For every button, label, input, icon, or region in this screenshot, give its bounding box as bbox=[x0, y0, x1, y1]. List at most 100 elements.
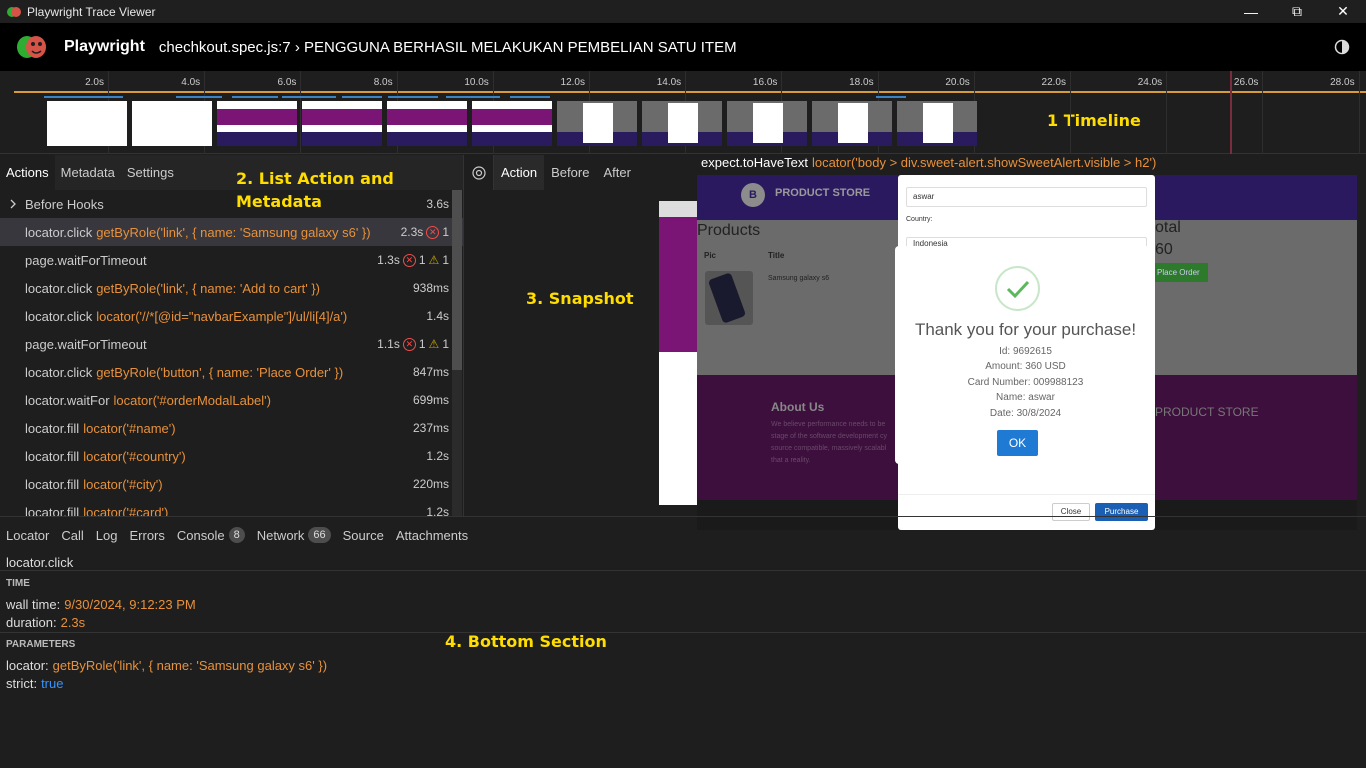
timeline-thumbnail[interactable] bbox=[727, 101, 807, 146]
timeline-action-bar bbox=[876, 96, 906, 98]
product-name: Samsung galaxy s6 bbox=[768, 275, 830, 282]
timeline-thumbnail[interactable] bbox=[302, 101, 382, 146]
action-duration: 220ms bbox=[412, 477, 449, 491]
timeline-tick: 26.0s bbox=[1233, 77, 1259, 88]
name-field[interactable]: aswar bbox=[906, 187, 1147, 207]
order-amount: Amount: 360 USD bbox=[985, 361, 1066, 372]
action-row[interactable]: locator.click getByRole('link', { name: '… bbox=[0, 218, 463, 246]
action-row[interactable]: page.waitForTimeout 1.1s ✕ 1 ⚠ 1 bbox=[0, 330, 463, 358]
action-duration: 2.3s bbox=[400, 225, 424, 239]
actions-scrollbar-thumb[interactable] bbox=[452, 190, 462, 370]
tab-label: Log bbox=[95, 527, 118, 543]
tab-locator[interactable]: Locator bbox=[0, 517, 55, 554]
action-method: locator.fill bbox=[25, 504, 80, 517]
timeline-thumbnail[interactable] bbox=[812, 101, 892, 146]
close-window-button[interactable]: ✕ bbox=[1320, 0, 1366, 23]
action-row[interactable]: locator.fill locator('#city') 220ms bbox=[0, 470, 463, 498]
ok-button[interactable]: OK bbox=[997, 430, 1038, 456]
timeline-action-bar bbox=[176, 96, 222, 98]
action-row[interactable]: locator.fill locator('#card') 1.2s bbox=[0, 498, 463, 517]
annotation-snapshot: 3. Snapshot bbox=[526, 289, 634, 308]
timeline-action-bar bbox=[510, 96, 550, 98]
timeline-tick: 12.0s bbox=[560, 77, 585, 88]
action-row[interactable]: locator.click locator('//*[@id="navbarExa… bbox=[0, 302, 463, 330]
col-title: Title bbox=[768, 251, 785, 260]
timeline-thumbnail[interactable] bbox=[642, 101, 722, 146]
place-order-button[interactable]: Place Order bbox=[1154, 263, 1208, 282]
minimize-button[interactable]: — bbox=[1228, 0, 1274, 23]
action-duration-group: 237ms bbox=[413, 421, 449, 435]
tab-actions[interactable]: Actions bbox=[0, 155, 55, 190]
tab-label: Locator bbox=[6, 527, 50, 543]
chevron-right-icon[interactable] bbox=[8, 198, 18, 210]
error-count: 1 bbox=[418, 253, 426, 267]
tab-before[interactable]: Before bbox=[544, 155, 596, 190]
strict-value: true bbox=[41, 676, 64, 691]
call-panel: locator.click TIME wall time: 9/30/2024, … bbox=[0, 553, 1366, 768]
locator-row: locator: getByRole('link', { name: 'Samsu… bbox=[6, 658, 327, 673]
action-row[interactable]: locator.click getByRole('link', { name: '… bbox=[0, 274, 463, 302]
tab-count-badge: 8 bbox=[228, 527, 245, 543]
action-duration-group: 1.2s bbox=[426, 449, 449, 463]
action-selector: locator('#country') bbox=[83, 448, 186, 464]
tab-action[interactable]: Action bbox=[494, 155, 545, 190]
tab-log[interactable]: Log bbox=[90, 517, 124, 554]
action-row[interactable]: locator.fill locator('#country') 1.2s bbox=[0, 442, 463, 470]
action-duration: 3.6s bbox=[426, 197, 449, 211]
order-name: Name: aswar bbox=[996, 392, 1055, 403]
restore-button[interactable]: ⧉ bbox=[1274, 0, 1320, 23]
theme-toggle-icon[interactable] bbox=[1334, 39, 1350, 55]
timeline-thumbnail[interactable] bbox=[387, 101, 467, 146]
duration-value: 2.3s bbox=[60, 615, 86, 630]
timeline-gridline bbox=[1070, 71, 1071, 154]
action-duration: 699ms bbox=[412, 393, 449, 407]
tab-network[interactable]: Network 66 bbox=[251, 517, 337, 554]
app-header: Playwright chechkout.spec.js:7 › PENGGUN… bbox=[0, 23, 1366, 71]
timeline-thumbnail[interactable] bbox=[132, 101, 212, 146]
tab-attachments[interactable]: Attachments bbox=[390, 517, 474, 554]
about-text: We believe performance needs to be stage… bbox=[771, 421, 887, 464]
tab-source[interactable]: Source bbox=[337, 517, 390, 554]
timeline-thumbnail[interactable] bbox=[897, 101, 977, 146]
tab-call[interactable]: Call bbox=[55, 517, 89, 554]
actions-list: Before Hooks 3.6s locator.click getByRole('… bbox=[0, 190, 463, 516]
site-store-name: PRODUCT STORE bbox=[775, 187, 871, 199]
tab-metadata[interactable]: Metadata bbox=[55, 155, 121, 190]
action-duration: 1.2s bbox=[426, 449, 449, 463]
timeline-thumbnail[interactable] bbox=[217, 101, 297, 146]
test-path: chechkout.spec.js:7 › PENGGUNA BERHASIL … bbox=[158, 38, 737, 56]
timeline-thumbnail[interactable] bbox=[47, 101, 127, 146]
action-row[interactable]: locator.fill locator('#name') 237ms bbox=[0, 414, 463, 442]
annotation-timeline: 1 Timeline bbox=[1047, 111, 1141, 130]
timeline-tick: 18.0s bbox=[849, 77, 874, 88]
timeline-thumbnail[interactable] bbox=[472, 101, 552, 146]
action-row[interactable]: locator.waitFor locator('#orderModalLabel… bbox=[0, 386, 463, 414]
action-row[interactable]: page.waitForTimeout 1.3s ✕ 1 ⚠ 1 bbox=[0, 246, 463, 274]
action-method: locator.click bbox=[25, 224, 93, 240]
timeline-tick: 4.0s bbox=[181, 77, 201, 88]
timeline-cursor[interactable] bbox=[1230, 71, 1232, 154]
timeline[interactable]: 1 Timeline 2.0s 4.0s 6.0s 8.0s 10.0s 12.0s 14.… bbox=[0, 71, 1366, 154]
strict-row: strict: true bbox=[6, 676, 63, 691]
tab-console[interactable]: Console 8 bbox=[171, 517, 251, 554]
action-row[interactable]: locator.click getByRole('button', { name:… bbox=[0, 358, 463, 386]
action-duration-group: 2.3s ✕ 1 bbox=[401, 225, 449, 239]
actions-scrollbar[interactable] bbox=[452, 190, 462, 516]
call-title: locator.click bbox=[6, 555, 74, 570]
total-label: otal bbox=[1155, 219, 1181, 236]
order-date: Date: 30/8/2024 bbox=[989, 408, 1062, 419]
action-row[interactable]: Before Hooks 3.6s bbox=[0, 190, 463, 218]
tab-errors[interactable]: Errors bbox=[123, 517, 170, 554]
tab-after[interactable]: After bbox=[596, 155, 637, 190]
order-card: Card Number: 009988123 bbox=[967, 377, 1084, 388]
pick-locator-icon[interactable] bbox=[464, 155, 494, 190]
timeline-tick: 20.0s bbox=[945, 77, 970, 88]
action-duration: 1.4s bbox=[426, 309, 449, 323]
brand-name: Playwright bbox=[64, 38, 145, 55]
timeline-tick: 24.0s bbox=[1137, 77, 1163, 88]
wall-time-value: 9/30/2024, 9:12:23 PM bbox=[64, 597, 196, 612]
tab-label: Call bbox=[61, 527, 84, 543]
action-duration-group: 1.4s bbox=[426, 309, 449, 323]
timeline-thumbnail[interactable] bbox=[557, 101, 637, 146]
tab-settings[interactable]: Settings bbox=[121, 155, 180, 190]
